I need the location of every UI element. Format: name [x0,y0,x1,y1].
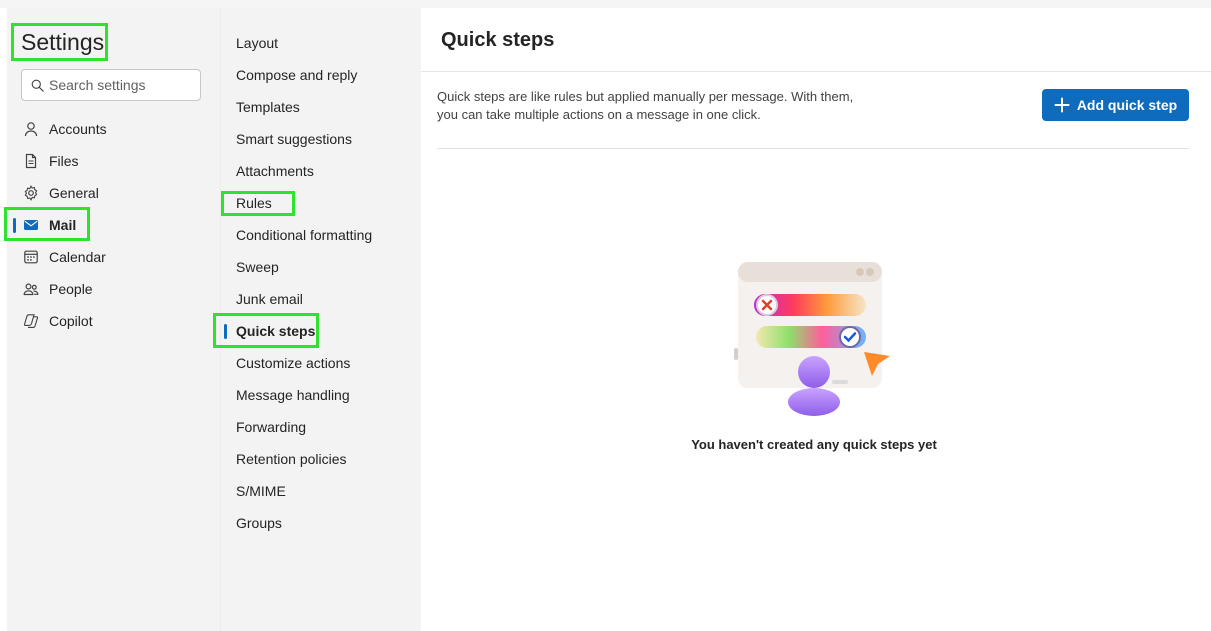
mail-submenu-pane: Layout Compose and reply Templates Smart… [213,8,422,631]
nav-item-people[interactable]: People [7,273,220,305]
search-icon [31,79,44,92]
submenu-item-layout[interactable]: Layout [221,27,422,59]
left-edge [0,0,7,631]
submenu-item-smime[interactable]: S/MIME [221,475,422,507]
submenu-item-forwarding[interactable]: Forwarding [221,411,422,443]
nav-item-label: Files [49,153,79,169]
submenu-item-sweep[interactable]: Sweep [221,251,422,283]
submenu-item-templates[interactable]: Templates [221,91,422,123]
settings-nav-list: Accounts Files General Mail Calendar Peo… [7,113,220,337]
nav-item-label: Calendar [49,249,106,265]
active-indicator [224,324,227,339]
file-icon [22,153,39,170]
nav-item-label: Copilot [49,313,93,329]
submenu-item-attachments[interactable]: Attachments [221,155,422,187]
submenu-item-retention-policies[interactable]: Retention policies [221,443,422,475]
active-indicator [13,218,16,233]
submenu-item-message-handling[interactable]: Message handling [221,379,422,411]
search-input[interactable] [49,73,197,97]
submenu-item-quick-steps[interactable]: Quick steps [221,315,422,347]
nav-item-label: Mail [49,217,77,233]
pane-header: Quick steps [421,8,1211,72]
nav-item-label: General [49,185,99,201]
settings-title: Settings [11,23,108,61]
empty-state-text: You haven't created any quick steps yet [691,437,937,452]
submenu-item-smart-suggestions[interactable]: Smart suggestions [221,123,422,155]
nav-item-files[interactable]: Files [7,145,220,177]
person-icon [22,121,39,138]
copilot-icon [22,313,39,330]
quick-steps-description: Quick steps are like rules but applied m… [437,89,854,122]
divider [437,148,1189,149]
empty-state-message: You haven't created any quick steps yet [421,437,1211,452]
people-icon [22,281,39,298]
gear-icon [22,185,39,202]
empty-state-illustration [734,262,890,416]
nav-item-label: Accounts [49,121,107,137]
nav-item-calendar[interactable]: Calendar [7,241,220,273]
plus-icon [1054,97,1070,113]
submenu-item-customize-actions[interactable]: Customize actions [221,347,422,379]
page-title: Quick steps [441,29,555,51]
mail-icon [22,217,39,234]
nav-item-copilot[interactable]: Copilot [7,305,220,337]
add-quick-step-button[interactable]: Add quick step [1042,89,1189,121]
add-quick-step-label: Add quick step [1076,97,1178,113]
search-box[interactable] [21,69,201,101]
submenu-item-junk-email[interactable]: Junk email [221,283,422,315]
mail-submenu-list: Layout Compose and reply Templates Smart… [221,27,422,539]
settings-nav-pane: Settings Accounts Files General [4,8,220,631]
submenu-item-groups[interactable]: Groups [221,507,422,539]
nav-item-label: People [49,281,93,297]
submenu-item-rules[interactable]: Rules [221,187,422,219]
submenu-item-compose-and-reply[interactable]: Compose and reply [221,59,422,91]
nav-item-mail[interactable]: Mail [7,209,220,241]
top-strip [0,0,1211,8]
submenu-item-label: Quick steps [236,323,316,339]
nav-item-general[interactable]: General [7,177,220,209]
nav-item-accounts[interactable]: Accounts [7,113,220,145]
calendar-icon [22,249,39,266]
quick-steps-pane: Quick steps Quick steps are like rules b… [421,8,1211,631]
submenu-item-conditional-formatting[interactable]: Conditional formatting [221,219,422,251]
